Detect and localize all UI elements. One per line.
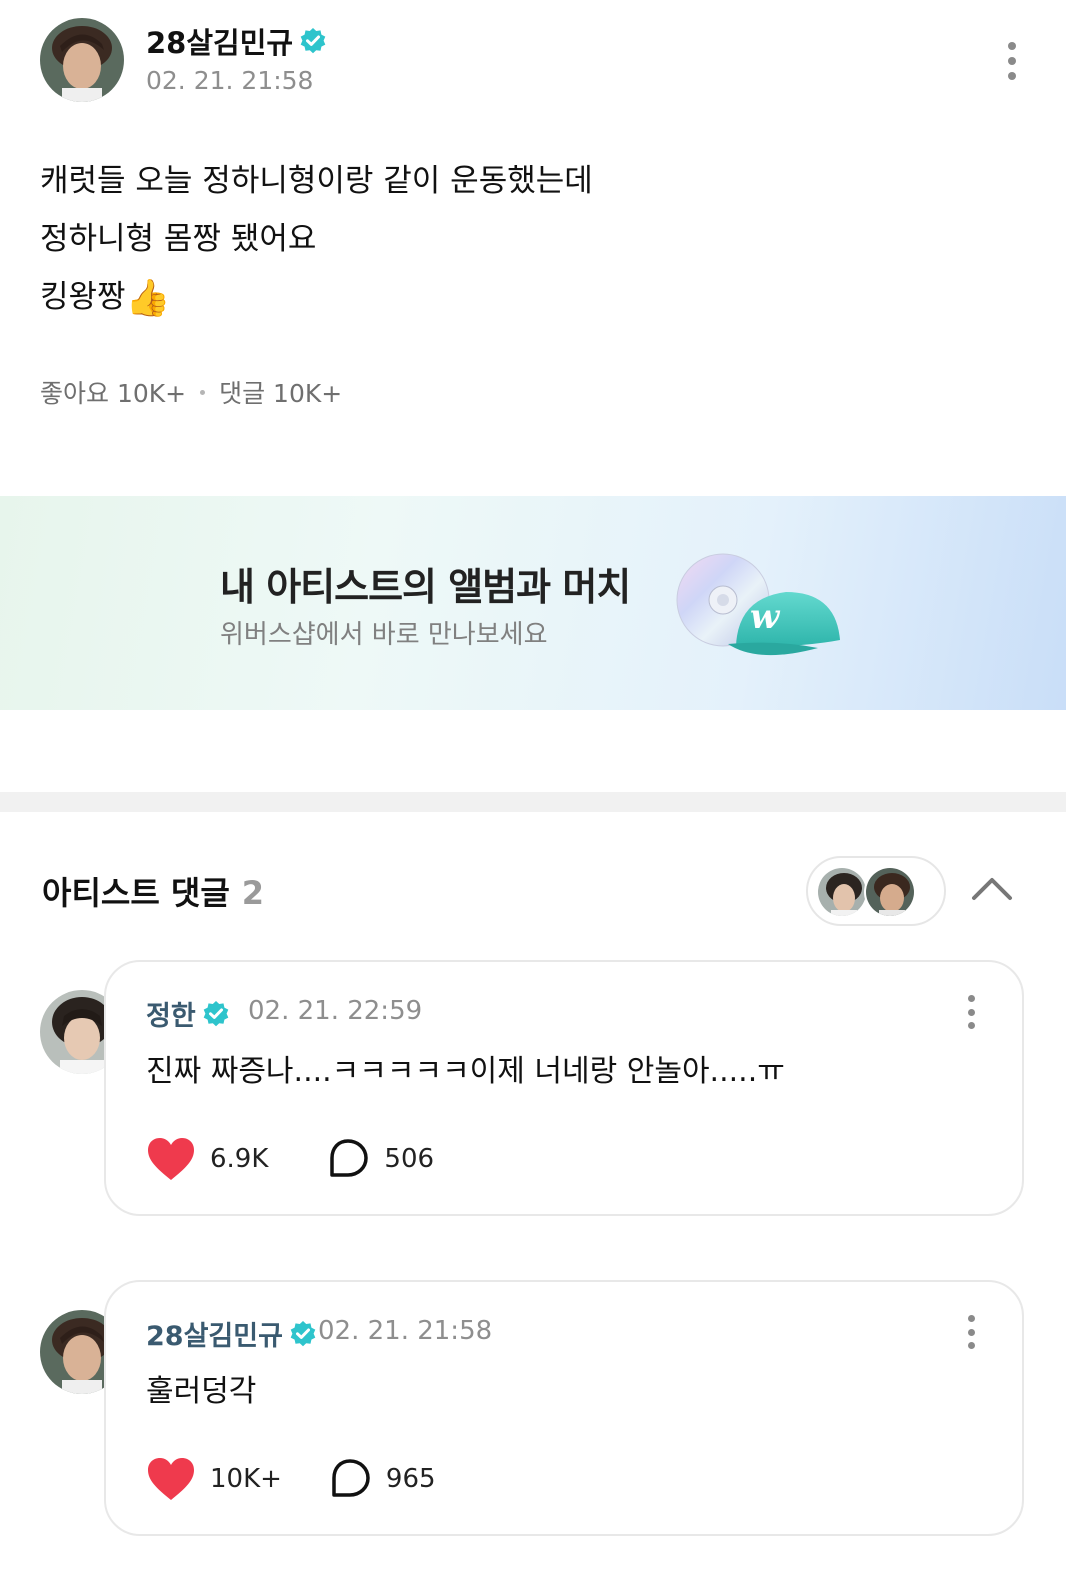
comment-1-more-icon[interactable] bbox=[965, 995, 977, 1029]
thumbs-up-emoji: 👍 bbox=[125, 277, 171, 319]
collapse-chevron-up-icon[interactable] bbox=[968, 868, 1016, 908]
post-line-1: 캐럿들 오늘 정하니형이랑 같이 운동했는데 bbox=[40, 163, 593, 199]
comment-2-author-row[interactable]: 28살김민규 bbox=[146, 1314, 317, 1353]
post-author-avatar[interactable] bbox=[40, 18, 124, 102]
heart-icon bbox=[148, 1138, 194, 1180]
comment-bubble-icon bbox=[330, 1139, 369, 1177]
post-comments-count[interactable]: 댓글 10K+ bbox=[219, 374, 342, 410]
comment-1-author-row[interactable]: 정한 bbox=[146, 994, 230, 1033]
comment-1-text: 진짜 짜증나....ㅋㅋㅋㅋㅋ이제 너네랑 안놀아.....ㅠ bbox=[146, 1054, 785, 1089]
post-stats: 좋아요 10K+ 댓글 10K+ bbox=[40, 374, 342, 410]
comment-1-reply-count: 506 bbox=[384, 1144, 435, 1174]
verified-badge-icon bbox=[202, 1000, 230, 1028]
comment-1-actions: 6.9K 506 bbox=[146, 1136, 434, 1182]
post-body: 캐럿들 오늘 정하니형이랑 같이 운동했는데 정하니형 몸짱 됐어요 킹왕짱👍 bbox=[40, 152, 593, 328]
comment-2-like[interactable]: 10K+ bbox=[146, 1456, 282, 1502]
comment-1-reply[interactable]: 506 bbox=[326, 1137, 434, 1181]
comment-1-author[interactable]: 정한 bbox=[146, 994, 196, 1033]
artist-avatar-2 bbox=[864, 866, 916, 918]
comment-2-more-icon[interactable] bbox=[965, 1315, 977, 1349]
comment-2-like-count: 10K+ bbox=[210, 1464, 282, 1494]
artist-comments-title: 아티스트 댓글 bbox=[42, 874, 230, 912]
comment-2-reply-count: 965 bbox=[385, 1464, 436, 1494]
post-date: 02. 21. 21:58 bbox=[146, 66, 314, 95]
comment-2-date: 02. 21. 21:58 bbox=[318, 1316, 493, 1346]
banner-subtitle: 위버스샵에서 바로 만나보세요 bbox=[220, 620, 548, 650]
comment-1-like[interactable]: 6.9K bbox=[146, 1136, 268, 1182]
verified-badge-icon bbox=[289, 1320, 317, 1348]
comment-2-actions: 10K+ 965 bbox=[146, 1456, 436, 1502]
artist-comments-count: 2 bbox=[241, 874, 265, 912]
comment-1-date: 02. 21. 22:59 bbox=[248, 996, 423, 1026]
comment-bubble-icon bbox=[332, 1459, 370, 1497]
post-author-name[interactable]: 28살김민규 bbox=[146, 20, 293, 62]
post-line-3-row: 킹왕짱👍 bbox=[40, 268, 593, 328]
post-author-name-row[interactable]: 28살김민규 bbox=[146, 20, 327, 62]
svg-text:w: w bbox=[750, 597, 781, 637]
comment-2-reply[interactable]: 965 bbox=[328, 1457, 436, 1501]
post-likes-count[interactable]: 좋아요 10K+ bbox=[40, 374, 186, 410]
post-line-2: 정하니형 몸짱 됐어요 bbox=[40, 221, 317, 257]
comment-2-text: 훌러덩각 bbox=[146, 1374, 257, 1409]
verified-badge-icon bbox=[299, 27, 327, 55]
artist-comments-header: 아티스트 댓글 2 bbox=[42, 868, 264, 914]
post-more-icon[interactable] bbox=[1004, 42, 1020, 80]
artist-avatar-1 bbox=[816, 866, 868, 918]
stats-separator bbox=[200, 389, 206, 395]
artist-avatars-group[interactable] bbox=[806, 856, 946, 926]
heart-icon bbox=[148, 1458, 194, 1500]
comment-2-author[interactable]: 28살김민규 bbox=[146, 1314, 283, 1353]
comment-1-like-count: 6.9K bbox=[210, 1144, 269, 1174]
banner-title: 내 아티스트의 앨범과 머치 bbox=[220, 565, 631, 609]
post-line-3: 킹왕짱 bbox=[40, 279, 126, 315]
banner-art: w bbox=[668, 548, 848, 678]
section-divider bbox=[0, 792, 1066, 812]
